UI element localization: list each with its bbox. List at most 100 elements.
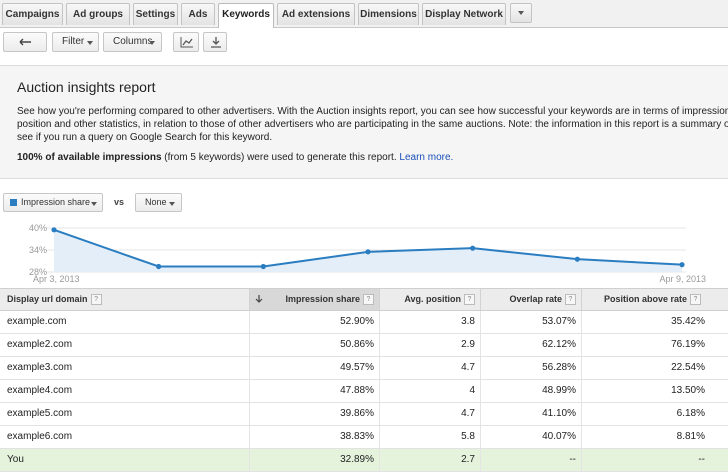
- overlap-rate-cell: 53.07%: [481, 311, 582, 333]
- column-header-display-url-domain[interactable]: Display url domain?: [0, 289, 250, 310]
- column-header-label: Avg. position: [404, 294, 461, 304]
- domain-cell: You: [0, 449, 250, 471]
- overlap-rate-cell: 56.28%: [481, 357, 582, 379]
- tab-ad-extensions[interactable]: Ad extensions: [277, 3, 355, 25]
- column-header-impression-share[interactable]: Impression share?: [250, 289, 380, 310]
- position-above-rate-cell: 6.18%: [676, 408, 705, 419]
- avg-position-cell: 5.8: [380, 426, 481, 448]
- metric-dropdown[interactable]: Impression share: [3, 193, 103, 212]
- impression-share-cell: 32.89%: [250, 449, 380, 471]
- overlap-rate-cell: 40.07%: [481, 426, 582, 448]
- auction-insights-panel: Auction insights report See how you're p…: [0, 65, 728, 179]
- impression-share-cell: 52.90%: [250, 311, 380, 333]
- avg-position-cell: 4.7: [380, 403, 481, 425]
- report-title: Auction insights report: [17, 79, 156, 95]
- domain-cell: example2.com: [0, 334, 250, 356]
- y-tick-label: 34%: [29, 245, 47, 255]
- avg-position-cell: 2.9: [380, 334, 481, 356]
- column-header-overlap-rate[interactable]: Overlap rate?: [481, 289, 582, 310]
- table-row: example4.com 47.88% 4 48.99% 13.50%: [0, 380, 728, 403]
- x-start-label: Apr 3, 2013: [33, 274, 80, 284]
- avg-position-cell: 2.7: [380, 449, 481, 471]
- column-header-label: Overlap rate: [509, 294, 562, 304]
- column-header-label: Position above rate: [603, 294, 687, 304]
- chevron-down-icon: [169, 202, 175, 206]
- x-end-label: Apr 9, 2013: [659, 274, 706, 284]
- avg-position-cell: 4: [380, 380, 481, 402]
- help-icon[interactable]: ?: [464, 294, 475, 305]
- report-summary: 100% of available impressions (from 5 ke…: [17, 152, 453, 163]
- avg-position-cell: 4.7: [380, 357, 481, 379]
- download-button[interactable]: [203, 32, 227, 52]
- data-point: [679, 262, 685, 268]
- column-header-avg-position[interactable]: Avg. position?: [380, 289, 481, 310]
- column-header-position-above-rate[interactable]: Position above rate?: [582, 289, 706, 310]
- table-row: example2.com 50.86% 2.9 62.12% 76.19%: [0, 334, 728, 357]
- domain-cell: example6.com: [0, 426, 250, 448]
- tab-ad-groups[interactable]: Ad groups: [66, 3, 130, 25]
- help-icon[interactable]: ?: [690, 294, 701, 305]
- position-above-rate-cell: 8.81%: [676, 431, 705, 442]
- tab-dimensions[interactable]: Dimensions: [358, 3, 419, 25]
- domain-cell: example3.com: [0, 357, 250, 379]
- overlap-rate-cell: --: [481, 449, 582, 471]
- download-icon: [211, 37, 221, 48]
- help-icon[interactable]: ?: [90, 294, 102, 305]
- columns-button[interactable]: Columns: [103, 32, 162, 52]
- more-tabs-button[interactable]: [510, 3, 532, 23]
- summary-text: (from 5 keywords) were used to generate …: [161, 152, 400, 163]
- report-description-line: see if you run a query on Google Search …: [17, 132, 273, 143]
- data-point: [470, 245, 476, 251]
- vs-label: vs: [114, 197, 125, 207]
- table-row: example5.com 39.86% 4.7 41.10% 6.18%: [0, 403, 728, 426]
- overlap-rate-cell: 48.99%: [481, 380, 582, 402]
- tab-campaigns[interactable]: Campaigns: [2, 3, 63, 25]
- compare-metric-dropdown[interactable]: None: [135, 193, 182, 212]
- overlap-rate-cell: 41.10%: [481, 403, 582, 425]
- tab-settings[interactable]: Settings: [133, 3, 178, 25]
- tab-display-network[interactable]: Display Network: [422, 3, 506, 25]
- impression-share-cell: 39.86%: [250, 403, 380, 425]
- column-header-label: Impression share: [285, 294, 360, 304]
- tab-ads[interactable]: Ads: [181, 3, 215, 25]
- data-point: [260, 263, 266, 270]
- domain-cell: example5.com: [0, 403, 250, 425]
- help-icon[interactable]: ?: [565, 294, 576, 305]
- avg-position-cell: 3.8: [380, 311, 481, 333]
- chevron-down-icon: [518, 11, 524, 15]
- impression-share-cell: 49.57%: [250, 357, 380, 379]
- data-point: [365, 249, 371, 255]
- line-graph-icon: [180, 37, 193, 48]
- position-above-rate-cell: --: [698, 454, 705, 465]
- table-row: example6.com 38.83% 5.8 40.07% 8.81%: [0, 426, 728, 449]
- chevron-down-icon: [149, 41, 155, 45]
- table-row: example3.com 49.57% 4.7 56.28% 22.54%: [0, 357, 728, 380]
- position-above-rate-cell: 35.42%: [671, 316, 705, 327]
- column-header-label: Display url domain: [7, 294, 88, 304]
- report-description-line: See how you're performing compared to ot…: [17, 106, 728, 117]
- learn-more-link[interactable]: Learn more.: [399, 152, 453, 163]
- y-tick-label: 40%: [29, 223, 47, 233]
- tab-keywords[interactable]: Keywords: [218, 3, 274, 28]
- filter-button[interactable]: Filter: [52, 32, 99, 52]
- overlap-rate-cell: 62.12%: [481, 334, 582, 356]
- sort-arrow-icon: [255, 295, 263, 303]
- series-color-swatch: [10, 199, 17, 206]
- back-button[interactable]: [3, 32, 47, 52]
- impression-share-chart: 40%34%28%Apr 3, 2013 Apr 9, 2013: [29, 223, 706, 284]
- position-above-rate-cell: 22.54%: [671, 362, 705, 373]
- impression-share-cell: 50.86%: [250, 334, 380, 356]
- toggle-graph-button[interactable]: [173, 32, 199, 52]
- report-description-line: position and other statistics, in relati…: [17, 119, 728, 130]
- domain-cell: example4.com: [0, 380, 250, 402]
- chevron-down-icon: [91, 202, 97, 206]
- compare-metric-label: None: [145, 197, 167, 207]
- you-row: You 32.89% 2.7 -- --: [0, 449, 728, 472]
- toolbar: Filter Columns: [0, 27, 728, 57]
- columns-label: Columns: [113, 36, 153, 47]
- impression-share-cell: 47.88%: [250, 380, 380, 402]
- position-above-rate-cell: 76.19%: [671, 339, 705, 350]
- filter-label: Filter: [62, 36, 85, 47]
- help-icon[interactable]: ?: [363, 294, 374, 305]
- data-point: [574, 256, 580, 262]
